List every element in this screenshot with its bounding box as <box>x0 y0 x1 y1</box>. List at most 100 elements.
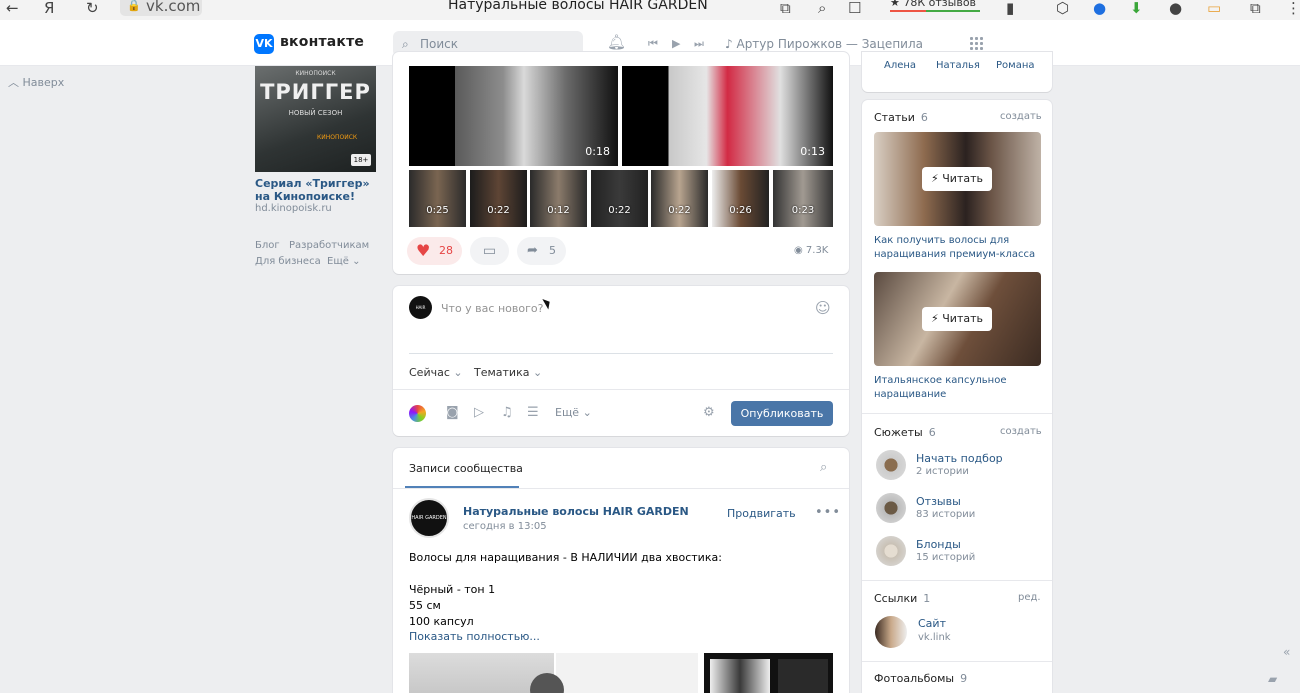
next-track-icon[interactable]: ⏭︎ <box>694 37 704 51</box>
vk-logo-icon[interactable]: VK <box>254 34 274 54</box>
friend-name[interactable]: Наталья <box>936 60 980 71</box>
article-title[interactable]: Итальянское капсульное наращивание <box>874 374 1044 402</box>
read-button[interactable]: ⚡︎ Читать <box>922 307 992 331</box>
battery-icon[interactable]: ▭ <box>1207 0 1221 16</box>
story-avatar[interactable] <box>876 450 906 480</box>
video-icon[interactable]: ▷ <box>474 405 484 420</box>
stories-header[interactable]: Сюжеты 6 <box>874 426 936 439</box>
footer-link-business[interactable]: Для бизнеса <box>255 256 321 267</box>
scroll-up-link[interactable]: ︿ Наверх <box>8 74 64 90</box>
video-thumb[interactable]: 0:22 <box>591 170 648 227</box>
play-icon[interactable]: ▶︎ <box>672 37 680 50</box>
time-dropdown[interactable]: Сейчас ⌄ <box>409 366 463 379</box>
link-title[interactable]: Сайт <box>918 617 946 630</box>
thumb-duration: 0:12 <box>547 205 570 216</box>
extension-icon[interactable]: ☐ <box>848 0 861 16</box>
music-icon[interactable]: ♫ <box>501 405 513 420</box>
address-bar[interactable]: 🔒 vk.com <box>120 0 202 16</box>
footer-link-dev[interactable]: Разработчикам <box>289 240 369 251</box>
comment-button[interactable]: ▭ <box>470 237 509 265</box>
like-button[interactable]: ♥ 28 <box>407 237 462 265</box>
albums-header[interactable]: Фотоальбомы 9 <box>874 672 967 685</box>
footer-link-more[interactable]: Ещё ⌄ <box>327 256 360 267</box>
bell-icon[interactable]: 🔔︎ <box>607 33 626 51</box>
play-extension-icon[interactable]: ● <box>1093 0 1106 16</box>
post-time[interactable]: сегодня в 13:05 <box>463 521 547 532</box>
reviews-badge[interactable]: ★ 78К отзывов <box>890 0 980 12</box>
article-icon[interactable]: ☰ <box>527 405 539 420</box>
camera-icon[interactable]: ◙ <box>446 405 459 420</box>
topic-dropdown[interactable]: Тематика ⌄ <box>474 366 542 379</box>
video-thumb[interactable]: 0:22 <box>651 170 708 227</box>
download-icon[interactable]: ⬇ <box>1130 0 1143 16</box>
article-cover[interactable]: ⚡︎ Читать <box>874 132 1041 226</box>
article-cover[interactable]: ⚡︎ Читать <box>874 272 1041 366</box>
cube-icon[interactable]: ⬡ <box>1056 0 1069 16</box>
reload-icon[interactable]: ↻ <box>86 0 99 16</box>
panel-icon[interactable]: ⧉ <box>1250 0 1261 16</box>
video-thumb[interactable]: 0:25 <box>409 170 466 227</box>
video-thumb[interactable]: 0:26 <box>712 170 769 227</box>
ad-image-title: ТРИГГЕР <box>260 80 371 104</box>
publish-button[interactable]: Опубликовать <box>731 401 833 426</box>
post-author[interactable]: Натуральные волосы HAIR GARDEN <box>463 505 689 518</box>
menu-icon[interactable]: ⋮ <box>1286 0 1300 16</box>
tab-community-posts[interactable]: Записи сообщества <box>409 462 523 475</box>
apps-grid-icon[interactable] <box>969 36 984 51</box>
avatar[interactable]: HAIR <box>409 296 432 319</box>
stories-create-link[interactable]: создать <box>1000 426 1042 437</box>
bookmark-icon[interactable]: ▮ <box>1006 0 1014 16</box>
links-header[interactable]: Ссылки 1 <box>874 592 930 605</box>
emoji-icon[interactable]: ☺ <box>815 299 831 317</box>
post-avatar[interactable]: HAIR GARDEN <box>409 498 449 538</box>
back-icon[interactable]: ← <box>6 0 19 16</box>
ad-title[interactable]: Сериал «Триггер» на Кинопоиске! <box>255 177 380 203</box>
bulb-icon[interactable]: ● <box>1169 0 1182 16</box>
story-title[interactable]: Начать подбор <box>916 452 1003 465</box>
articles-header[interactable]: Статьи 6 <box>874 111 928 124</box>
story-avatar[interactable] <box>876 536 906 566</box>
footer-link-blog[interactable]: Блог <box>255 240 280 251</box>
chat-icon[interactable]: ▰ <box>1268 672 1277 686</box>
post-photo[interactable] <box>704 653 833 693</box>
story-title[interactable]: Блонды <box>916 538 961 551</box>
video-main-1[interactable]: 0:18 <box>409 66 618 166</box>
show-more-link[interactable]: Показать полностью... <box>409 630 540 643</box>
ad-image-top: КИНОПОИСК <box>295 70 336 77</box>
link-avatar[interactable] <box>875 616 907 648</box>
more-dropdown[interactable]: Ещё ⌄ <box>555 406 592 419</box>
post-photo[interactable] <box>530 653 698 693</box>
read-button[interactable]: ⚡︎ Читать <box>922 167 992 191</box>
article-title[interactable]: Как получить волосы для наращивания прем… <box>874 234 1044 262</box>
articles-create-link[interactable]: создать <box>1000 111 1042 122</box>
ad-domain[interactable]: hd.kinopoisk.ru <box>255 203 332 214</box>
promote-button[interactable]: Продвигать <box>727 507 796 520</box>
share-icon: ➦ <box>527 243 538 258</box>
settings-gear-icon[interactable]: ⚙ <box>703 405 715 420</box>
now-playing[interactable]: ♪ Артур Пирожков — Зацепила <box>725 37 923 51</box>
links-edit-link[interactable]: ред. <box>1018 592 1041 603</box>
translate-icon[interactable]: ⧉ <box>780 0 791 16</box>
ad-image-subtitle: НОВЫЙ СЕЗОН <box>288 109 343 117</box>
video-thumb[interactable]: 0:22 <box>470 170 527 227</box>
vk-brand[interactable]: вконтакте <box>280 34 364 50</box>
feed-search-icon[interactable]: ⌕ <box>820 460 827 475</box>
prev-track-icon[interactable]: ⏮︎ <box>648 37 658 51</box>
video-main-2[interactable]: 0:13 <box>622 66 833 166</box>
color-wheel-icon[interactable] <box>409 405 426 422</box>
ad-image[interactable]: КИНОПОИСК ТРИГГЕР НОВЫЙ СЕЗОН КИНОПОИСК … <box>255 66 376 172</box>
friend-name[interactable]: Алена <box>884 60 916 71</box>
zoom-icon[interactable]: ⌕ <box>818 0 826 16</box>
friend-name[interactable]: Романа <box>996 60 1035 71</box>
compose-input[interactable]: Что у вас нового? <box>441 302 543 315</box>
story-title[interactable]: Отзывы <box>916 495 961 508</box>
post-text-line: Волосы для наращивания - В НАЛИЧИИ два х… <box>409 551 722 564</box>
share-button[interactable]: ➦ 5 <box>517 237 566 265</box>
video-thumb[interactable]: 0:23 <box>773 170 833 227</box>
story-avatar[interactable] <box>876 493 906 523</box>
collapse-chats-icon[interactable]: « <box>1283 645 1290 659</box>
post-menu-icon[interactable]: ••• <box>815 505 841 520</box>
yandex-icon[interactable]: Я <box>44 0 54 16</box>
video-thumb[interactable]: 0:12 <box>530 170 587 227</box>
views-count: 7.3K <box>805 245 829 256</box>
